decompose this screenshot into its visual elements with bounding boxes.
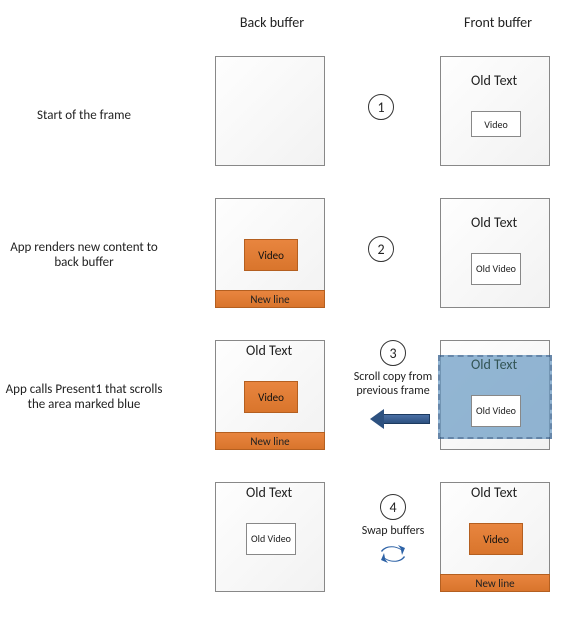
back-buffer-header: Back buffer	[212, 14, 332, 31]
step-2-num: 2	[377, 241, 384, 258]
swap-arrows-icon	[377, 544, 409, 568]
step4-area: 4 Swap buffers	[348, 494, 438, 568]
back-buffer-4: Old Text Old Video	[215, 482, 325, 592]
old-text-label: Old Text	[471, 485, 517, 500]
row2-label: App renders new content to back buffer	[4, 240, 164, 270]
old-text-label: Old Text	[471, 73, 517, 88]
back-buffer-3: Old Text Video New line	[215, 340, 325, 450]
video-orange-box: Video	[469, 523, 523, 555]
step-4-num: 4	[389, 499, 396, 516]
step4-caption: Swap buffers	[348, 524, 438, 538]
new-line-bar: New line	[215, 290, 325, 308]
old-text-label: Old Text	[471, 357, 517, 372]
front-buffer-3: Old Text Old Video	[440, 340, 550, 450]
old-video-box: Old Video	[471, 395, 521, 427]
front-buffer-header: Front buffer	[438, 14, 558, 31]
new-line-bar: New line	[440, 574, 550, 592]
step-1-circle: 1	[368, 94, 394, 120]
row1-label: Start of the frame	[4, 108, 164, 123]
video-orange-box: Video	[244, 239, 298, 271]
back-buffer-1	[215, 56, 325, 166]
old-video-box: Old Video	[246, 523, 296, 555]
step3-caption: Scroll copy from previous frame	[348, 370, 438, 398]
old-text-label: Old Text	[471, 215, 517, 230]
step-1-num: 1	[377, 99, 384, 116]
step-2-circle: 2	[368, 236, 394, 262]
row3-label: App calls Present1 that scrolls the area…	[4, 382, 164, 412]
video-box: Video	[471, 111, 521, 137]
front-buffer-2: Old Text Old Video	[440, 198, 550, 308]
step-3-num: 3	[389, 345, 396, 362]
front-buffer-1: Old Text Video	[440, 56, 550, 166]
back-buffer-2: Video New line	[215, 198, 325, 308]
old-text-label: Old Text	[246, 485, 292, 500]
swap-buffer-diagram: Back buffer Front buffer Start of the fr…	[0, 0, 580, 618]
new-line-bar: New line	[215, 432, 325, 450]
step-4-circle: 4	[380, 494, 406, 520]
old-text-label: Old Text	[246, 343, 292, 358]
scroll-copy-arrow-icon	[370, 410, 430, 428]
old-video-box: Old Video	[471, 253, 521, 285]
front-buffer-4: Old Text Video New line	[440, 482, 550, 592]
video-orange-box: Video	[244, 381, 298, 413]
step3-area: 3 Scroll copy from previous frame	[348, 340, 438, 398]
step-3-circle: 3	[380, 340, 406, 366]
